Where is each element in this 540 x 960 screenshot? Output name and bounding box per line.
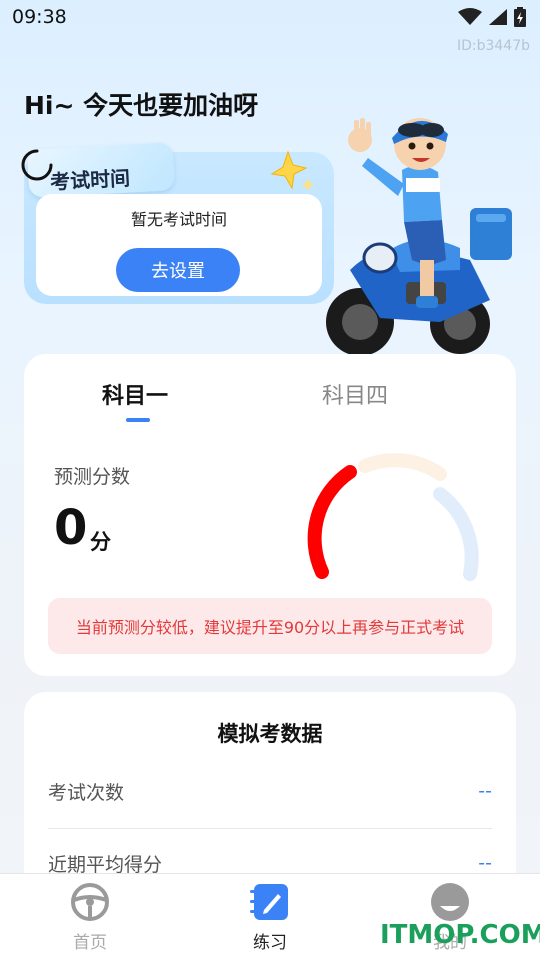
status-bar: 09:38 bbox=[0, 0, 540, 36]
status-time: 09:38 bbox=[12, 6, 67, 28]
exam-time-content: 暂无考试时间 去设置 bbox=[36, 194, 322, 296]
tab-subject-one[interactable]: 科目一 bbox=[102, 378, 168, 410]
gauge-segment-red bbox=[307, 465, 357, 579]
warning-text: 当前预测分较低，建议提升至90分以上再参与正式考试 bbox=[75, 618, 465, 637]
no-exam-text: 暂无考试时间 bbox=[130, 210, 227, 229]
exam-time-card: 考试时间 暂无考试时间 去设置 bbox=[21, 142, 334, 304]
tab-practice-label: 练习 bbox=[253, 933, 287, 953]
set-exam-time-button[interactable]: 去设置 bbox=[116, 248, 240, 292]
gauge-track-top bbox=[358, 453, 447, 481]
predicted-score-value: 0 bbox=[54, 500, 88, 556]
status-icons bbox=[458, 7, 526, 27]
signal-icon bbox=[489, 9, 507, 25]
exam-count-label: 考试次数 bbox=[48, 782, 125, 804]
low-score-warning: 当前预测分较低，建议提升至90分以上再参与正式考试 bbox=[48, 598, 492, 654]
mock-exam-data-title: 模拟考数据 bbox=[217, 722, 323, 746]
score-gauge bbox=[307, 453, 479, 581]
user-id: ID:b3447b bbox=[456, 38, 530, 54]
mascot-rider-illustration bbox=[326, 118, 512, 356]
row-divider bbox=[48, 828, 492, 829]
predicted-score-label: 预测分数 bbox=[54, 466, 131, 488]
loading-arc-icon bbox=[21, 149, 53, 181]
site-watermark: ITMOP.COM bbox=[380, 920, 540, 950]
tab-practice[interactable]: 练习 bbox=[210, 874, 330, 960]
tab-home[interactable]: 首页 bbox=[30, 874, 150, 960]
sparkle-star-icon bbox=[270, 150, 315, 191]
score-card: 科目一 科目四 预测分数 0 分 当前预测分较低，建议提升至90分以上再参与正式… bbox=[24, 354, 516, 676]
profile-icon bbox=[431, 883, 469, 921]
tab-home-label: 首页 bbox=[73, 933, 107, 953]
exam-time-title: 考试时间 bbox=[49, 165, 131, 195]
gauge-track-right bbox=[433, 487, 479, 581]
active-tab-indicator bbox=[126, 418, 150, 422]
steering-wheel-icon bbox=[71, 883, 109, 921]
notebook-pen-icon bbox=[250, 884, 288, 920]
tab-subject-four[interactable]: 科目四 bbox=[322, 378, 388, 410]
average-score-value: -- bbox=[478, 852, 492, 874]
battery-icon bbox=[514, 7, 526, 27]
exam-count-value: -- bbox=[478, 780, 492, 802]
wifi-icon bbox=[458, 8, 482, 25]
greeting-title: Hi~ 今天也要加油呀 bbox=[24, 91, 259, 120]
predicted-score-unit: 分 bbox=[90, 530, 111, 554]
